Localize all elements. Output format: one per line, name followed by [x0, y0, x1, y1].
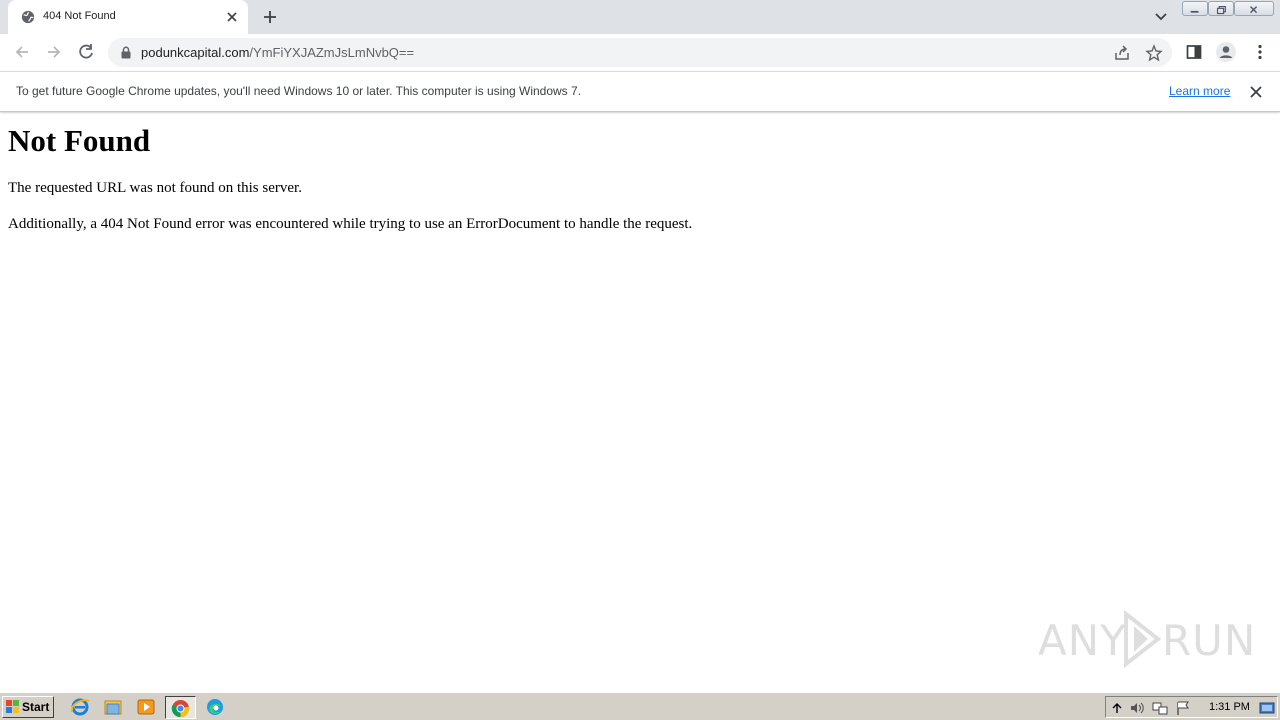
window-controls [1182, 0, 1274, 17]
page-paragraph-1: The requested URL was not found on this … [8, 180, 302, 196]
update-infobar: To get future Google Chrome updates, you… [0, 71, 1280, 112]
address-bar[interactable]: podunkcapital.com/YmFiYXJAZmJsLmNvbQ== [108, 38, 1172, 67]
windows-taskbar: Start 1:31 PM [0, 692, 1280, 720]
file-explorer-icon[interactable] [102, 697, 124, 717]
start-button[interactable]: Start [2, 696, 54, 718]
tab-search-chevron-icon[interactable] [1152, 9, 1170, 25]
taskbar-clock[interactable]: 1:31 PM [1209, 701, 1250, 713]
page-heading: Not Found [8, 123, 151, 158]
page-paragraph-2: Additionally, a 404 Not Found error was … [8, 216, 693, 232]
side-panel-icon[interactable] [1184, 42, 1204, 62]
volume-icon[interactable] [1129, 700, 1145, 716]
url-path: /YmFiYXJAZmJsLmNvbQ== [249, 45, 415, 60]
chrome-taskbar-button[interactable] [165, 696, 196, 719]
action-center-flag-icon[interactable] [1175, 700, 1191, 716]
tab-404-not-found[interactable]: 404 Not Found [8, 0, 248, 34]
restore-button[interactable] [1208, 1, 1234, 16]
browser-toolbar: podunkcapital.com/YmFiYXJAZmJsLmNvbQ== [0, 34, 1280, 71]
system-tray: 1:31 PM [1105, 696, 1278, 718]
infobar-message: To get future Google Chrome updates, you… [16, 84, 582, 98]
close-window-icon [1250, 6, 1258, 14]
network-icon[interactable] [1152, 700, 1168, 716]
media-player-icon[interactable] [135, 697, 157, 717]
show-desktop-icon[interactable] [1259, 700, 1275, 716]
play-triangle-icon [1124, 610, 1162, 668]
url-text[interactable]: podunkcapital.com/YmFiYXJAZmJsLmNvbQ== [141, 45, 414, 60]
infobar-close-icon[interactable] [1248, 84, 1264, 100]
internet-explorer-icon[interactable] [69, 697, 91, 717]
close-window-button[interactable] [1234, 1, 1274, 16]
start-label: Start [22, 700, 50, 714]
minimize-icon [1190, 10, 1199, 13]
tab-title: 404 Not Found [43, 10, 116, 22]
globe-icon [21, 10, 35, 24]
new-tab-icon[interactable] [261, 8, 279, 26]
chrome-icon [171, 699, 190, 718]
windows-logo-icon [6, 700, 19, 713]
tab-close-icon[interactable] [224, 9, 240, 25]
watermark-right-text: RUN [1162, 616, 1257, 665]
learn-more-link[interactable]: Learn more [1169, 84, 1230, 98]
anyrun-watermark: ANY RUN [1038, 606, 1255, 672]
menu-kebab-icon[interactable] [1250, 42, 1270, 62]
minimize-button[interactable] [1182, 1, 1208, 16]
forward-arrow-icon[interactable] [44, 42, 64, 62]
share-icon[interactable] [1113, 44, 1131, 62]
url-host: podunkcapital.com [141, 45, 250, 60]
back-arrow-icon[interactable] [12, 42, 32, 62]
bookmark-star-icon[interactable] [1145, 44, 1163, 62]
lock-icon[interactable] [120, 46, 132, 59]
profile-avatar-icon[interactable] [1215, 41, 1237, 63]
tab-strip: 404 Not Found [0, 0, 1280, 34]
restore-icon [1216, 6, 1226, 15]
watermark-left-text: ANY [1038, 616, 1127, 665]
show-hidden-icons-chevron-icon[interactable] [1109, 700, 1125, 716]
edge-icon[interactable] [204, 697, 226, 717]
reload-icon[interactable] [76, 42, 96, 62]
